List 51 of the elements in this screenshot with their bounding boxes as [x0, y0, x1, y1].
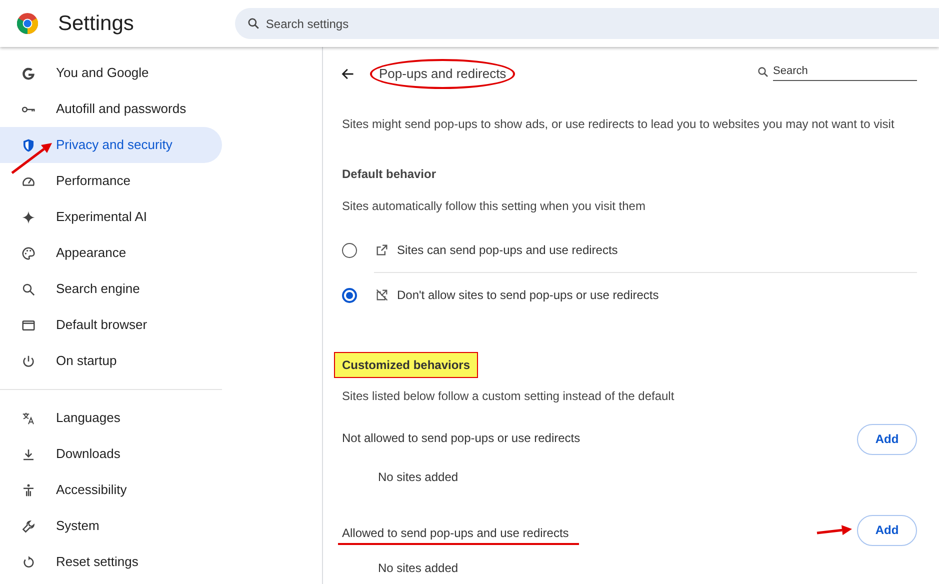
download-icon: [21, 446, 36, 462]
radio-button[interactable]: [342, 288, 357, 302]
sidebar-item[interactable]: System: [0, 508, 222, 544]
search-icon: [757, 66, 769, 78]
list-label: Not allowed to send pop-ups or use redirects: [342, 430, 580, 446]
radio-button[interactable]: [342, 242, 357, 258]
section-heading: Customized behaviors: [334, 352, 478, 378]
sidebar-item[interactable]: Appearance: [0, 235, 222, 271]
sidebar-item[interactable]: On startup: [0, 343, 222, 379]
sidebar-item[interactable]: Downloads: [0, 436, 222, 472]
search-field[interactable]: Search: [773, 62, 917, 82]
add-button[interactable]: Add: [857, 514, 917, 546]
app-title: Settings: [58, 10, 134, 37]
sidebar-item[interactable]: Autofill and passwords: [0, 91, 222, 127]
sidebar-item[interactable]: Accessibility: [0, 472, 222, 508]
sparkle-icon: [21, 210, 36, 224]
reset-icon: [21, 554, 36, 570]
translate-icon: [21, 410, 36, 426]
section-subtitle: Sites automatically follow this setting when you visit them: [342, 198, 646, 215]
browser-logo-icon: [17, 13, 38, 34]
empty-message: No sites added: [378, 560, 460, 577]
sidebar-item[interactable]: Search engine: [0, 271, 222, 307]
power-icon: [21, 354, 36, 368]
sidebar-item[interactable]: Experimental AI: [0, 199, 222, 235]
palette-icon: [21, 246, 36, 260]
sidebar-item[interactable]: Languages: [0, 400, 222, 436]
sidebar-item[interactable]: You and Google: [0, 55, 222, 91]
back-arrow-icon[interactable]: [341, 67, 355, 81]
description-text: Sites might send pop-ups to show ads, or use redirects to lead you to websites you may not want to visit: [342, 116, 896, 133]
section-heading: Default behavior: [342, 166, 438, 183]
sidebar-item[interactable]: Reset settings: [0, 544, 222, 580]
window-icon: [21, 318, 36, 332]
list-label: Allowed to send pop-ups and use redirects: [338, 524, 579, 544]
add-button[interactable]: Add: [857, 424, 917, 454]
external-link-icon: [375, 243, 389, 257]
section-subtitle: Sites listed below follow a custom setting instead of the default: [342, 388, 676, 405]
search-field[interactable]: Search settings: [234, 8, 939, 39]
wrench-icon: [21, 518, 36, 534]
empty-message: No sites added: [378, 469, 460, 486]
google-letter-icon: [21, 66, 36, 80]
sidebar-item[interactable]: Performance: [0, 163, 222, 199]
page-title: Pop-ups and redirects: [370, 59, 516, 89]
blocked-link-icon: [375, 288, 389, 302]
option-label: Don't allow sites to send pop-ups or use redirects: [397, 287, 659, 304]
shield-icon: [21, 138, 36, 152]
accessibility-figure-icon: [21, 482, 36, 498]
search-icon: [246, 17, 260, 30]
sidebar-item[interactable]: Default browser: [0, 307, 222, 343]
search-icon: [21, 282, 36, 296]
option-label: Sites can send pop-ups and use redirects: [397, 242, 618, 259]
sidebar-item[interactable]: Privacy and security: [0, 127, 222, 163]
